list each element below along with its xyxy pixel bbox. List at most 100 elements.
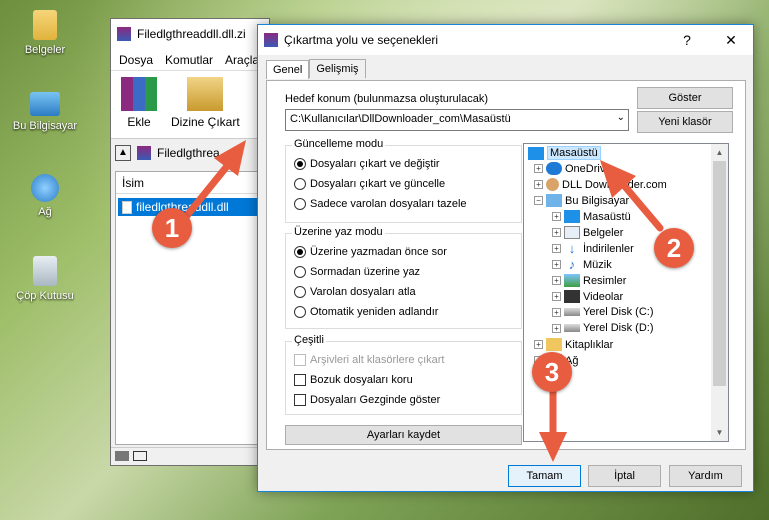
cloud-icon — [546, 162, 562, 175]
update-option-replace[interactable]: Dosyaları çıkart ve değiştir — [294, 158, 440, 170]
winrar-menubar: Dosya Komutlar Araçla — [111, 49, 269, 71]
extract-to-button[interactable]: Dizine Çıkart — [171, 77, 240, 132]
desktop-icon-network[interactable]: Ağ — [0, 174, 90, 218]
winrar-title: Filedlgthreaddll.dll.zi — [137, 27, 246, 41]
show-button[interactable]: Göster — [637, 87, 733, 109]
tree-item-disk-d[interactable]: + Yerel Disk (D:) — [552, 322, 654, 334]
expand-icon[interactable]: + — [552, 244, 561, 253]
overwrite-option-ask[interactable]: Üzerine yazmadan önce sor — [294, 246, 447, 258]
archive-small-icon — [137, 146, 151, 160]
save-settings-button[interactable]: Ayarları kaydet — [285, 425, 522, 445]
desktop-icon-label: Belgeler — [24, 44, 66, 56]
update-option-update[interactable]: Dosyaları çıkart ve güncelle — [294, 178, 445, 190]
update-option-freshen[interactable]: Sadece varolan dosyaları tazele — [294, 198, 467, 210]
scroll-up-icon[interactable]: ▲ — [711, 144, 728, 161]
expand-icon[interactable]: + — [552, 323, 561, 333]
up-folder-icon[interactable]: ▲ — [115, 145, 131, 161]
tree-item-music[interactable]: + ♪ Müzik — [552, 258, 612, 271]
collapse-icon[interactable]: − — [534, 196, 543, 205]
tree-item-this-pc[interactable]: − Bu Bilgisayar — [534, 194, 629, 207]
expand-icon[interactable]: + — [534, 180, 543, 189]
file-icon — [122, 200, 132, 214]
radio-icon — [294, 198, 306, 210]
ok-button[interactable]: Tamam — [508, 465, 581, 487]
folder-tree[interactable]: Masaüstü + OneDrive + DLL Downloader.com… — [523, 143, 729, 442]
destination-path-value: C:\Kullanıcılar\DllDownloader_com\Masaüs… — [290, 113, 511, 125]
tab-advanced[interactable]: Gelişmiş — [309, 59, 366, 78]
tree-item-pictures[interactable]: + Resimler — [552, 274, 626, 287]
archive-books-icon — [121, 77, 157, 111]
tree-item-videos[interactable]: + Videolar — [552, 290, 623, 303]
winrar-file-list[interactable]: İsim filedlgthreaddll.dll — [115, 171, 269, 445]
expand-icon[interactable]: + — [552, 276, 561, 285]
drive-icon — [564, 324, 580, 332]
tree-item-documents[interactable]: + Belgeler — [552, 226, 623, 239]
computer-icon — [30, 92, 60, 116]
overwrite-option-without-prompt[interactable]: Sormadan üzerine yaz — [294, 266, 420, 278]
help-button[interactable]: Yardım — [669, 465, 742, 487]
winrar-window: Filedlgthreaddll.dll.zi Dosya Komutlar A… — [110, 18, 270, 466]
scroll-down-icon[interactable]: ▼ — [711, 424, 728, 441]
misc-option-show-in-explorer[interactable]: Dosyaları Gezginde göster — [294, 394, 440, 406]
menu-item-commands[interactable]: Komutlar — [165, 53, 213, 67]
radio-icon — [294, 266, 306, 278]
user-icon — [546, 178, 559, 191]
tree-item-libraries[interactable]: + Kitaplıklar — [534, 338, 613, 351]
expand-icon[interactable]: + — [552, 292, 561, 301]
tree-item-onedrive[interactable]: + OneDrive — [534, 162, 611, 175]
overwrite-mode-title: Üzerine yaz modu — [292, 226, 385, 238]
address-path[interactable]: Filedlgthrea — [157, 146, 220, 160]
desktop-icon-this-pc[interactable]: Bu Bilgisayar — [0, 92, 90, 132]
expand-icon[interactable]: + — [552, 260, 561, 269]
videos-icon — [564, 290, 580, 303]
download-icon: ↓ — [568, 241, 576, 256]
desktop-icon-documents[interactable]: Belgeler — [0, 10, 90, 56]
help-icon[interactable]: ? — [665, 25, 709, 55]
add-button[interactable]: Ekle — [121, 77, 157, 132]
winrar-icon — [117, 27, 131, 41]
tree-scrollbar[interactable]: ▲ ▼ — [711, 144, 728, 441]
overwrite-mode-group: Üzerine yaz modu Üzerine yazmadan önce s… — [285, 226, 522, 329]
destination-path-input[interactable]: C:\Kullanıcılar\DllDownloader_com\Masaüs… — [285, 109, 629, 131]
winrar-statusbar — [111, 447, 269, 465]
tree-item-desktop[interactable]: Masaüstü — [528, 146, 601, 160]
misc-option-subfolders: Arşivleri alt klasörlere çıkart — [294, 354, 444, 366]
tree-item-downloads[interactable]: + ↓ İndirilenler — [552, 242, 634, 255]
drive-status-icon — [115, 451, 129, 461]
new-folder-button[interactable]: Yeni klasör — [637, 111, 733, 133]
overwrite-option-skip[interactable]: Varolan dosyaları atla — [294, 286, 416, 298]
expand-icon[interactable]: + — [552, 228, 561, 237]
expand-icon[interactable]: + — [534, 164, 543, 173]
file-row[interactable]: filedlgthreaddll.dll — [118, 198, 266, 216]
misc-option-keep-broken[interactable]: Bozuk dosyaları koru — [294, 374, 413, 386]
checkbox-disabled-icon — [294, 354, 306, 366]
radio-selected-icon — [294, 158, 306, 170]
step-badge-2: 2 — [654, 228, 694, 268]
close-icon[interactable]: ✕ — [709, 25, 753, 55]
desktop-icon-recycle-bin[interactable]: Çöp Kutusu — [0, 256, 90, 302]
checkbox-icon — [294, 394, 306, 406]
folder-user-icon — [33, 10, 57, 40]
expand-icon[interactable]: + — [552, 307, 561, 317]
tree-item-desktop-sub[interactable]: + Masaüstü — [552, 210, 631, 223]
column-header-name[interactable]: İsim — [116, 172, 268, 194]
tree-item-disk-c[interactable]: + Yerel Disk (C:) — [552, 306, 654, 318]
menu-item-tools[interactable]: Araçla — [225, 53, 259, 67]
key-status-icon — [133, 451, 147, 461]
scrollbar-thumb[interactable] — [713, 161, 726, 386]
expand-icon[interactable]: + — [534, 340, 543, 349]
chevron-down-icon[interactable]: ⌄ — [617, 112, 625, 123]
overwrite-option-rename[interactable]: Otomatik yeniden adlandır — [294, 306, 438, 318]
dialog-title: Çıkartma yolu ve seçenekleri — [284, 33, 439, 47]
misc-group: Çeşitli Arşivleri alt klasörlere çıkart … — [285, 334, 522, 415]
tree-item-user[interactable]: + DLL Downloader.com — [534, 178, 667, 191]
winrar-address-bar: ▲ Filedlgthrea — [111, 139, 269, 167]
add-button-label: Ekle — [127, 115, 151, 129]
desktop-icon-label: Bu Bilgisayar — [12, 120, 78, 132]
expand-icon[interactable]: + — [552, 212, 561, 221]
menu-item-file[interactable]: Dosya — [119, 53, 153, 67]
extract-folder-icon — [187, 77, 224, 111]
cancel-button[interactable]: İptal — [588, 465, 661, 487]
radio-icon — [294, 306, 306, 318]
tab-general[interactable]: Genel — [266, 60, 310, 79]
